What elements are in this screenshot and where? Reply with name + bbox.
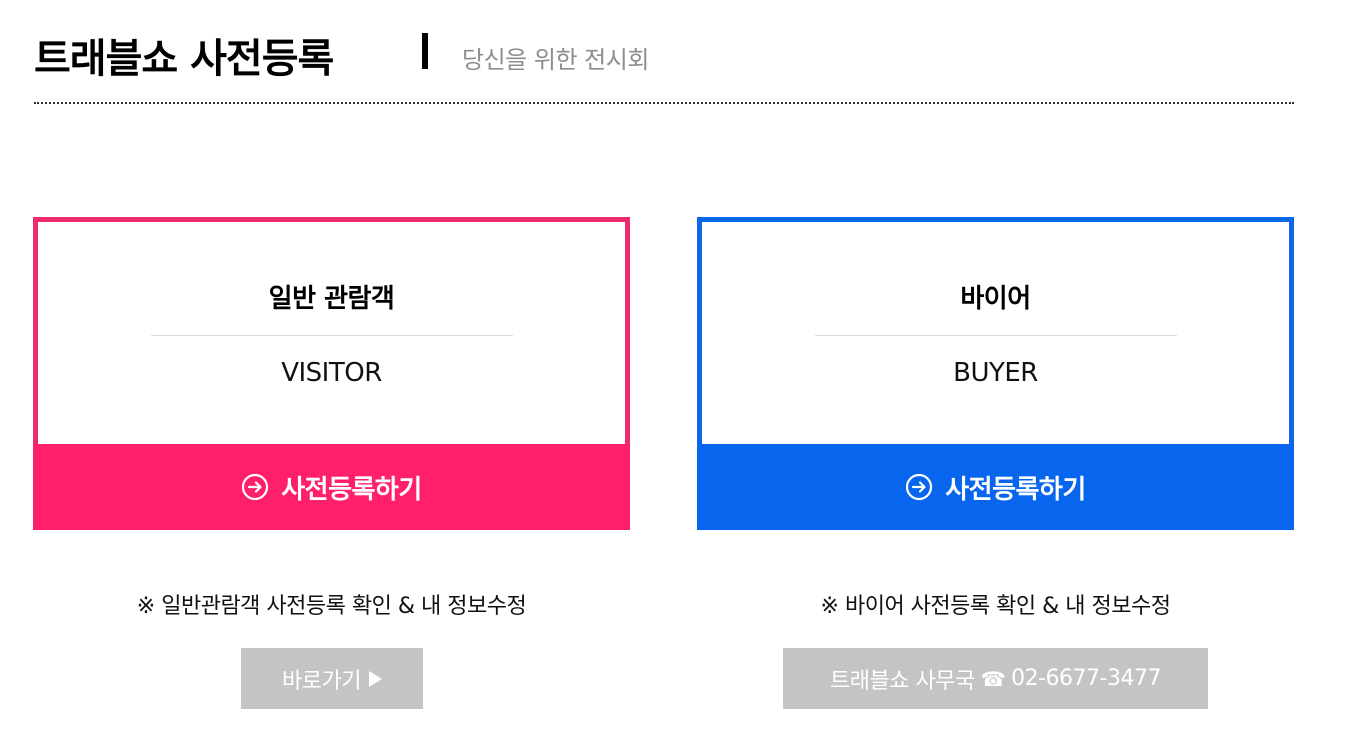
buyer-check-note: ※ 바이어 사전등록 확인 & 내 정보수정 [820, 594, 1171, 619]
page-header: 트래블쇼 사전등록 당신을 위한 전시회 [34, 22, 1294, 104]
visitor-card-divider [151, 335, 513, 336]
visitor-card-english: VISITOR [281, 358, 382, 388]
visitor-card: 일반 관람객 VISITOR 사전등록하기 [33, 217, 630, 530]
visitor-check-note: ※ 일반관람객 사전등록 확인 & 내 정보수정 [136, 594, 527, 619]
play-triangle-icon [368, 670, 382, 687]
office-contact-button[interactable]: 트래블쇼 사무국 ☎ 02-6677-3477 [783, 648, 1208, 709]
buyer-card-title: 바이어 [960, 284, 1031, 314]
visitor-register-label: 사전등록하기 [281, 474, 422, 505]
arrow-circle-right-icon [906, 473, 933, 501]
buyer-card-english: BUYER [953, 358, 1038, 388]
buyer-register-button[interactable]: 사전등록하기 [697, 444, 1294, 530]
page-title: 트래블쇼 사전등록 [34, 36, 334, 82]
buyer-register-label: 사전등록하기 [945, 474, 1086, 505]
visitor-register-button[interactable]: 사전등록하기 [33, 444, 630, 530]
go-button[interactable]: 바로가기 [241, 648, 423, 709]
telephone-icon: ☎ [980, 666, 1006, 691]
go-button-label: 바로가기 [282, 668, 361, 694]
title-divider [422, 33, 428, 69]
buyer-card: 바이어 BUYER 사전등록하기 [697, 217, 1294, 530]
arrow-circle-right-icon [242, 473, 269, 501]
page-subtitle: 당신을 위한 전시회 [462, 46, 649, 74]
office-phone: 02-6677-3477 [1011, 666, 1161, 691]
buyer-card-divider [815, 335, 1177, 336]
visitor-card-box: 일반 관람객 VISITOR [33, 217, 630, 447]
visitor-card-title: 일반 관람객 [268, 284, 395, 314]
buyer-card-box: 바이어 BUYER [697, 217, 1294, 447]
office-label: 트래블쇼 사무국 [830, 668, 975, 694]
